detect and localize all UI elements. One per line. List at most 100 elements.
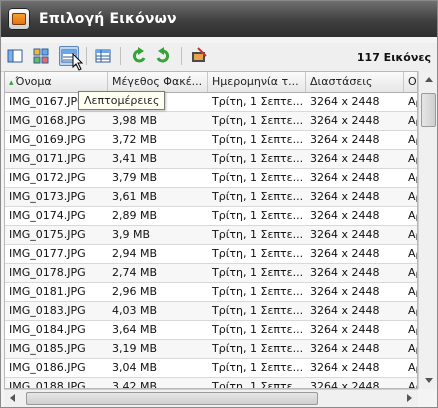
cell-name: IMG_0174.JPG [9, 209, 86, 222]
cell-orientation: Αρ [408, 380, 417, 389]
cell-orientation: Αρ [408, 285, 417, 298]
horizontal-scroll-thumb[interactable] [26, 392, 318, 405]
cell-name: IMG_0186.JPG [9, 361, 86, 374]
cell-dimensions: 3264 x 2448 [310, 304, 380, 317]
column-header-date[interactable]: Ημερομηνία τ... [208, 72, 306, 92]
table-row[interactable]: IMG_0183.JPG 4,03 MB Τρίτη, 1 Σεπτε... 3264… [5, 302, 417, 321]
rotate-left-icon[interactable] [129, 46, 149, 66]
table-row[interactable]: IMG_0174.JPG 2,89 MB Τρίτη, 1 Σεπτε... 3264… [5, 207, 417, 226]
cell-file-size: 3,19 MB [112, 342, 158, 355]
scroll-right-button[interactable] [401, 390, 418, 407]
scroll-up-button[interactable] [419, 71, 436, 88]
cell-orientation: Αρ [408, 342, 417, 355]
cell-file-size: 3,9 MB [112, 228, 151, 241]
photo-app-icon [8, 8, 30, 30]
toolbar-divider [181, 47, 182, 65]
cell-name: IMG_0175.JPG [9, 228, 86, 241]
column-header-name[interactable]: ▴ Όνομα [5, 72, 108, 92]
cell-file-size: 3,61 MB [112, 190, 158, 203]
cell-name: IMG_0171.JPG [9, 152, 86, 165]
image-details-list[interactable]: ▴ Όνομα Μέγεθος Φακέ... Ημερομηνία τ... Δ… [4, 71, 418, 389]
cell-date: Τρίτη, 1 Σεπτε... [212, 285, 304, 298]
cell-file-size: 3,41 MB [112, 152, 158, 165]
image-count: 117 Εικόνες [356, 51, 431, 64]
cell-dimensions: 3264 x 2448 [310, 171, 380, 184]
cell-dimensions: 3264 x 2448 [310, 190, 380, 203]
table-row[interactable]: IMG_0177.JPG 2,94 MB Τρίτη, 1 Σεπτε... 3264… [5, 245, 417, 264]
cell-dimensions: 3264 x 2448 [310, 285, 380, 298]
table-row[interactable]: IMG_0171.JPG 3,41 MB Τρίτη, 1 Σεπτε... 3264… [5, 150, 417, 169]
cell-orientation: Αρ [408, 361, 417, 374]
column-header-dimensions[interactable]: Διαστάσεις [306, 72, 404, 92]
cell-date: Τρίτη, 1 Σεπτε... [212, 171, 304, 184]
cell-date: Τρίτη, 1 Σεπτε... [212, 323, 304, 336]
cell-dimensions: 3264 x 2448 [310, 247, 380, 260]
cell-name: IMG_0181.JPG [9, 285, 86, 298]
view-list-icon[interactable] [5, 46, 25, 66]
cell-date: Τρίτη, 1 Σεπτε... [212, 266, 304, 279]
cell-file-size: 2,89 MB [112, 209, 158, 222]
mouse-pointer-icon [71, 52, 85, 74]
vertical-scrollbar[interactable] [418, 71, 437, 389]
view-thumbnails-icon[interactable] [31, 46, 51, 66]
horizontal-scrollbar[interactable] [4, 389, 418, 407]
cell-dimensions: 3264 x 2448 [310, 266, 380, 279]
cell-name: IMG_0188.JPG [9, 380, 86, 389]
cell-date: Τρίτη, 1 Σεπτε... [212, 133, 304, 146]
table-row[interactable]: IMG_0173.JPG 3,61 MB Τρίτη, 1 Σεπτε... 3264… [5, 188, 417, 207]
cell-date: Τρίτη, 1 Σεπτε... [212, 247, 304, 260]
cell-name: IMG_0177.JPG [9, 247, 86, 260]
table-row[interactable]: IMG_0181.JPG 2,96 MB Τρίτη, 1 Σεπτε... 3264… [5, 283, 417, 302]
table-row[interactable]: IMG_0172.JPG 3,79 MB Τρίτη, 1 Σεπτε... 3264… [5, 169, 417, 188]
window-title: Επιλογή Εικόνων [39, 11, 177, 27]
details-view-tooltip: Λεπτομέρειες [78, 91, 166, 110]
cell-name: IMG_0183.JPG [9, 304, 86, 317]
table-row[interactable]: IMG_0168.JPG 3,98 MB Τρίτη, 1 Σεπτε... 3264… [5, 112, 417, 131]
cell-dimensions: 3264 x 2448 [310, 361, 380, 374]
cell-dimensions: 3264 x 2448 [310, 380, 380, 389]
cell-file-size: 2,74 MB [112, 266, 158, 279]
cell-file-size: 2,94 MB [112, 247, 158, 260]
cell-dimensions: 3264 x 2448 [310, 133, 380, 146]
cell-orientation: Αρ [408, 266, 417, 279]
sort-indicator-icon: ▴ [9, 78, 14, 88]
table-row[interactable]: IMG_0167.JPG Τρίτη, 1 Σεπτε... 3264 x 2448… [5, 93, 417, 112]
cell-dimensions: 3264 x 2448 [310, 342, 380, 355]
cell-orientation: Αρ [408, 114, 417, 127]
cell-orientation: Αρ [408, 95, 417, 108]
table-row[interactable]: IMG_0178.JPG 2,74 MB Τρίτη, 1 Σεπτε... 3264… [5, 264, 417, 283]
cell-dimensions: 3264 x 2448 [310, 228, 380, 241]
scroll-down-button[interactable] [419, 372, 436, 389]
list-rows: IMG_0167.JPG Τρίτη, 1 Σεπτε... 3264 x 2448… [5, 93, 417, 389]
cell-file-size: 3,98 MB [112, 114, 158, 127]
cell-orientation: Αρ [408, 304, 417, 317]
column-header-file-size[interactable]: Μέγεθος Φακέ... [108, 72, 208, 92]
table-row[interactable]: IMG_0185.JPG 3,19 MB Τρίτη, 1 Σεπτε... 3264… [5, 340, 417, 359]
vertical-scroll-thumb[interactable] [421, 93, 436, 127]
title-bar[interactable]: Επιλογή Εικόνων [1, 1, 437, 37]
cell-date: Τρίτη, 1 Σεπτε... [212, 380, 304, 389]
cell-dimensions: 3264 x 2448 [310, 114, 380, 127]
toolbar-divider [86, 47, 87, 65]
cell-name: IMG_0168.JPG [9, 114, 86, 127]
cell-date: Τρίτη, 1 Σεπτε... [212, 190, 304, 203]
cell-date: Τρίτη, 1 Σεπτε... [212, 304, 304, 317]
image-editor-icon[interactable] [189, 46, 209, 66]
cell-orientation: Αρ [408, 209, 417, 222]
table-row[interactable]: IMG_0175.JPG 3,9 MB Τρίτη, 1 Σεπτε... 3264 … [5, 226, 417, 245]
table-row[interactable]: IMG_0184.JPG 3,64 MB Τρίτη, 1 Σεπτε... 3264… [5, 321, 417, 340]
column-header-orientation[interactable]: Ο [404, 72, 417, 92]
cell-date: Τρίτη, 1 Σεπτε... [212, 152, 304, 165]
scroll-left-button[interactable] [4, 390, 21, 407]
cell-orientation: Αρ [408, 133, 417, 146]
cell-name: IMG_0185.JPG [9, 342, 86, 355]
cell-orientation: Αρ [408, 152, 417, 165]
rotate-right-icon[interactable] [153, 46, 173, 66]
table-row[interactable]: IMG_0186.JPG 3,04 MB Τρίτη, 1 Σεπτε... 3264… [5, 359, 417, 378]
cell-date: Τρίτη, 1 Σεπτε... [212, 114, 304, 127]
table-row[interactable]: IMG_0188.JPG 3,42 MB Τρίτη, 1 Σεπτε... 3264… [5, 378, 417, 389]
view-table-icon[interactable] [93, 46, 113, 66]
cell-dimensions: 3264 x 2448 [310, 152, 380, 165]
toolbar: 117 Εικόνες [1, 43, 437, 72]
table-row[interactable]: IMG_0169.JPG 3,72 MB Τρίτη, 1 Σεπτε... 3264… [5, 131, 417, 150]
